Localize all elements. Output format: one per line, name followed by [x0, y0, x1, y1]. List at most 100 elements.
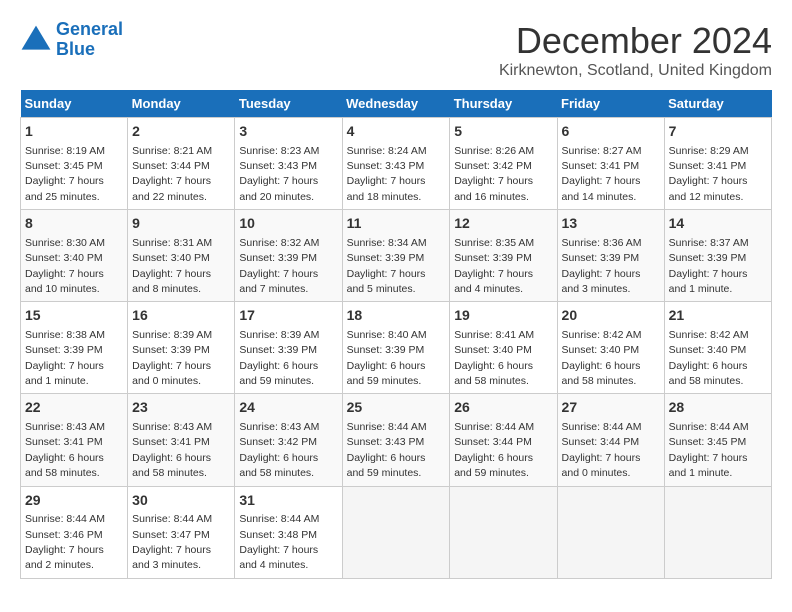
day-info: Sunrise: 8:35 AMSunset: 3:39 PMDaylight:…: [454, 237, 534, 295]
day-info: Sunrise: 8:39 AMSunset: 3:39 PMDaylight:…: [239, 329, 319, 387]
table-row: 10 Sunrise: 8:32 AMSunset: 3:39 PMDayligh…: [235, 210, 342, 302]
day-number: 22: [25, 398, 123, 418]
table-row: [342, 486, 450, 578]
day-number: 19: [454, 306, 552, 326]
table-row: 2 Sunrise: 8:21 AMSunset: 3:44 PMDaylight…: [128, 118, 235, 210]
col-friday: Friday: [557, 90, 664, 118]
table-row: 1 Sunrise: 8:19 AMSunset: 3:45 PMDaylight…: [21, 118, 128, 210]
calendar-table: Sunday Monday Tuesday Wednesday Thursday…: [20, 90, 772, 579]
day-info: Sunrise: 8:26 AMSunset: 3:42 PMDaylight:…: [454, 145, 534, 203]
day-number: 4: [347, 122, 446, 142]
table-row: 23Sunrise: 8:43 AMSunset: 3:41 PMDayligh…: [128, 394, 235, 486]
day-number: 7: [669, 122, 767, 142]
day-info: Sunrise: 8:31 AMSunset: 3:40 PMDaylight:…: [132, 237, 212, 295]
table-row: 29Sunrise: 8:44 AMSunset: 3:46 PMDayligh…: [21, 486, 128, 578]
table-row: 28 Sunrise: 8:44 AMSunset: 3:45 PMDayligh…: [664, 394, 771, 486]
table-row: [450, 486, 557, 578]
table-row: 20 Sunrise: 8:42 AMSunset: 3:40 PMDayligh…: [557, 302, 664, 394]
day-info: Sunrise: 8:42 AMSunset: 3:40 PMDaylight:…: [669, 329, 749, 387]
table-row: 19 Sunrise: 8:41 AMSunset: 3:40 PMDayligh…: [450, 302, 557, 394]
day-number: 14: [669, 214, 767, 234]
day-number: 2: [132, 122, 230, 142]
day-number: 20: [562, 306, 660, 326]
day-number: 11: [347, 214, 446, 234]
col-sunday: Sunday: [21, 90, 128, 118]
table-row: 16Sunrise: 8:39 AMSunset: 3:39 PMDayligh…: [128, 302, 235, 394]
day-number: 10: [239, 214, 337, 234]
table-row: 9 Sunrise: 8:31 AMSunset: 3:40 PMDaylight…: [128, 210, 235, 302]
day-info: Sunrise: 8:34 AMSunset: 3:39 PMDaylight:…: [347, 237, 427, 295]
col-saturday: Saturday: [664, 90, 771, 118]
calendar-row: 29Sunrise: 8:44 AMSunset: 3:46 PMDayligh…: [21, 486, 772, 578]
calendar-row: 1 Sunrise: 8:19 AMSunset: 3:45 PMDaylight…: [21, 118, 772, 210]
day-info: Sunrise: 8:44 AMSunset: 3:43 PMDaylight:…: [347, 421, 427, 479]
day-info: Sunrise: 8:42 AMSunset: 3:40 PMDaylight:…: [562, 329, 642, 387]
table-row: 15 Sunrise: 8:38 AMSunset: 3:39 PMDayligh…: [21, 302, 128, 394]
calendar-row: 8 Sunrise: 8:30 AMSunset: 3:40 PMDaylight…: [21, 210, 772, 302]
day-number: 26: [454, 398, 552, 418]
day-info: Sunrise: 8:44 AMSunset: 3:48 PMDaylight:…: [239, 513, 319, 571]
table-row: 13Sunrise: 8:36 AMSunset: 3:39 PMDayligh…: [557, 210, 664, 302]
day-number: 5: [454, 122, 552, 142]
day-number: 21: [669, 306, 767, 326]
table-row: 5 Sunrise: 8:26 AMSunset: 3:42 PMDaylight…: [450, 118, 557, 210]
col-wednesday: Wednesday: [342, 90, 450, 118]
page-header: General Blue December 2024 Kirknewton, S…: [20, 20, 772, 80]
day-number: 28: [669, 398, 767, 418]
day-info: Sunrise: 8:40 AMSunset: 3:39 PMDaylight:…: [347, 329, 427, 387]
day-info: Sunrise: 8:23 AMSunset: 3:43 PMDaylight:…: [239, 145, 319, 203]
table-row: 14 Sunrise: 8:37 AMSunset: 3:39 PMDayligh…: [664, 210, 771, 302]
day-number: 8: [25, 214, 123, 234]
table-row: 21 Sunrise: 8:42 AMSunset: 3:40 PMDayligh…: [664, 302, 771, 394]
day-info: Sunrise: 8:44 AMSunset: 3:47 PMDaylight:…: [132, 513, 212, 571]
day-number: 29: [25, 491, 123, 511]
day-info: Sunrise: 8:44 AMSunset: 3:45 PMDaylight:…: [669, 421, 749, 479]
table-row: 7 Sunrise: 8:29 AMSunset: 3:41 PMDaylight…: [664, 118, 771, 210]
day-info: Sunrise: 8:36 AMSunset: 3:39 PMDaylight:…: [562, 237, 642, 295]
day-info: Sunrise: 8:43 AMSunset: 3:42 PMDaylight:…: [239, 421, 319, 479]
location: Kirknewton, Scotland, United Kingdom: [499, 62, 772, 80]
day-number: 12: [454, 214, 552, 234]
table-row: 26Sunrise: 8:44 AMSunset: 3:44 PMDayligh…: [450, 394, 557, 486]
table-row: 6Sunrise: 8:27 AMSunset: 3:41 PMDaylight…: [557, 118, 664, 210]
logo-text: General Blue: [56, 20, 123, 60]
day-info: Sunrise: 8:44 AMSunset: 3:46 PMDaylight:…: [25, 513, 105, 571]
day-number: 1: [25, 122, 123, 142]
day-number: 15: [25, 306, 123, 326]
col-monday: Monday: [128, 90, 235, 118]
table-row: 27 Sunrise: 8:44 AMSunset: 3:44 PMDayligh…: [557, 394, 664, 486]
table-row: 31Sunrise: 8:44 AMSunset: 3:48 PMDayligh…: [235, 486, 342, 578]
day-info: Sunrise: 8:19 AMSunset: 3:45 PMDaylight:…: [25, 145, 105, 203]
day-info: Sunrise: 8:29 AMSunset: 3:41 PMDaylight:…: [669, 145, 749, 203]
day-info: Sunrise: 8:27 AMSunset: 3:41 PMDaylight:…: [562, 145, 642, 203]
day-number: 31: [239, 491, 337, 511]
day-number: 30: [132, 491, 230, 511]
table-row: 25 Sunrise: 8:44 AMSunset: 3:43 PMDayligh…: [342, 394, 450, 486]
day-info: Sunrise: 8:21 AMSunset: 3:44 PMDaylight:…: [132, 145, 212, 203]
day-info: Sunrise: 8:24 AMSunset: 3:43 PMDaylight:…: [347, 145, 427, 203]
table-row: 17 Sunrise: 8:39 AMSunset: 3:39 PMDayligh…: [235, 302, 342, 394]
table-row: 12 Sunrise: 8:35 AMSunset: 3:39 PMDayligh…: [450, 210, 557, 302]
day-info: Sunrise: 8:44 AMSunset: 3:44 PMDaylight:…: [562, 421, 642, 479]
day-number: 17: [239, 306, 337, 326]
day-info: Sunrise: 8:43 AMSunset: 3:41 PMDaylight:…: [132, 421, 212, 479]
table-row: 30Sunrise: 8:44 AMSunset: 3:47 PMDayligh…: [128, 486, 235, 578]
day-number: 3: [239, 122, 337, 142]
table-row: [557, 486, 664, 578]
title-section: December 2024 Kirknewton, Scotland, Unit…: [499, 20, 772, 80]
day-info: Sunrise: 8:38 AMSunset: 3:39 PMDaylight:…: [25, 329, 105, 387]
day-info: Sunrise: 8:32 AMSunset: 3:39 PMDaylight:…: [239, 237, 319, 295]
day-info: Sunrise: 8:41 AMSunset: 3:40 PMDaylight:…: [454, 329, 534, 387]
day-number: 9: [132, 214, 230, 234]
day-number: 27: [562, 398, 660, 418]
day-info: Sunrise: 8:30 AMSunset: 3:40 PMDaylight:…: [25, 237, 105, 295]
day-number: 25: [347, 398, 446, 418]
table-row: 18Sunrise: 8:40 AMSunset: 3:39 PMDayligh…: [342, 302, 450, 394]
day-info: Sunrise: 8:37 AMSunset: 3:39 PMDaylight:…: [669, 237, 749, 295]
col-tuesday: Tuesday: [235, 90, 342, 118]
header-row: Sunday Monday Tuesday Wednesday Thursday…: [21, 90, 772, 118]
logo-icon: [20, 24, 52, 56]
logo: General Blue: [20, 20, 123, 60]
calendar-row: 15 Sunrise: 8:38 AMSunset: 3:39 PMDayligh…: [21, 302, 772, 394]
month-title: December 2024: [499, 20, 772, 62]
